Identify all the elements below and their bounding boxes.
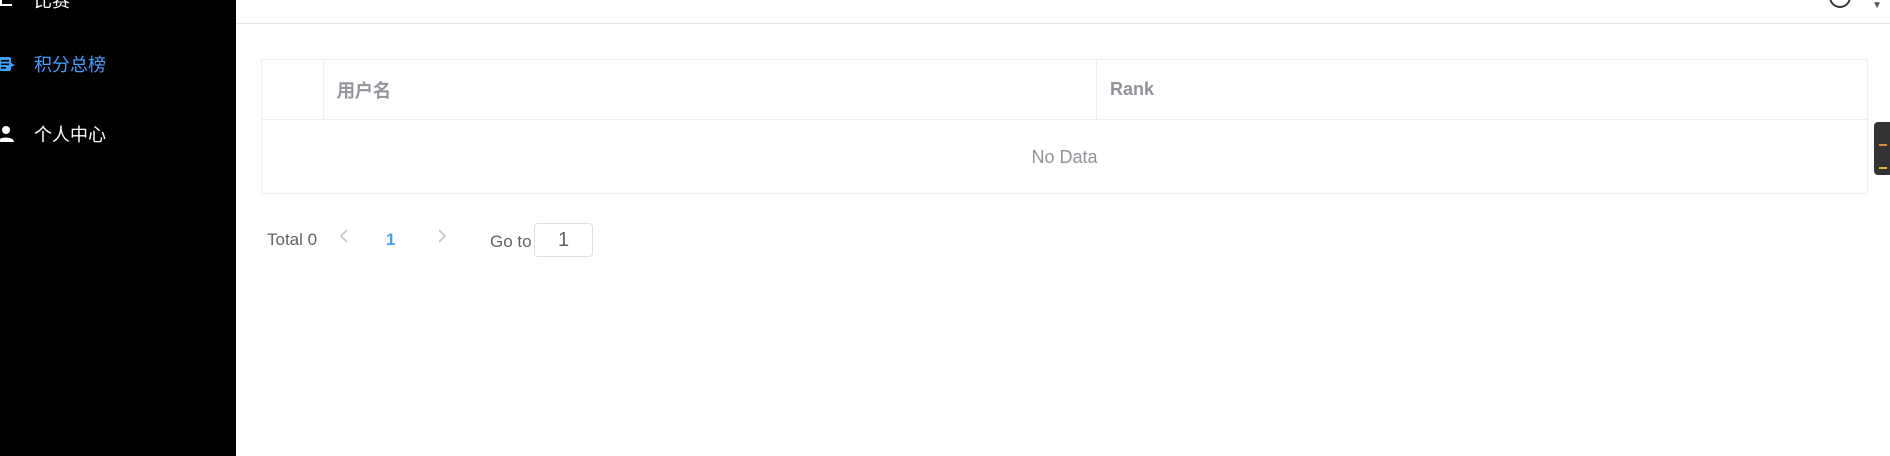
column-header-rank[interactable]: Rank (1097, 60, 1867, 119)
ranking-table: 用户名 Rank No Data (261, 59, 1868, 194)
sidebar-item-label: 积分总榜 (34, 55, 106, 75)
total-count: Total 0 (267, 230, 318, 249)
menu-icon (0, 0, 16, 9)
goto-page-input[interactable] (534, 223, 593, 257)
floating-side-handle[interactable] (1874, 122, 1890, 175)
handle-marker (1879, 167, 1887, 169)
pagination: Total 0 1 Go to (0, 222, 1890, 258)
sidebar-item-label: 个人中心 (34, 125, 106, 145)
chevron-right-icon[interactable] (435, 226, 449, 252)
empty-state-text: No Data (1031, 146, 1098, 167)
ranking-list-icon (0, 55, 16, 73)
avatar[interactable] (1829, 0, 1851, 8)
chevron-left-icon[interactable] (337, 226, 351, 252)
table-header: 用户名 Rank (262, 60, 1867, 120)
sidebar-item-points-ranking[interactable]: 积分总榜 (0, 44, 236, 84)
top-header: ▼ (236, 0, 1890, 24)
handle-marker (1879, 144, 1887, 146)
user-icon (0, 125, 16, 143)
caret-down-icon[interactable]: ▼ (1872, 0, 1882, 11)
sidebar-item-label: 比赛 (34, 0, 70, 11)
sidebar-item-contest[interactable]: 比赛 (0, 0, 236, 20)
column-header-selection (262, 60, 324, 119)
goto-label: Go to (490, 232, 532, 251)
page-number-current[interactable]: 1 (386, 230, 395, 250)
column-header-username[interactable]: 用户名 (324, 60, 1097, 119)
sidebar-item-personal-center[interactable]: 个人中心 (0, 114, 236, 154)
